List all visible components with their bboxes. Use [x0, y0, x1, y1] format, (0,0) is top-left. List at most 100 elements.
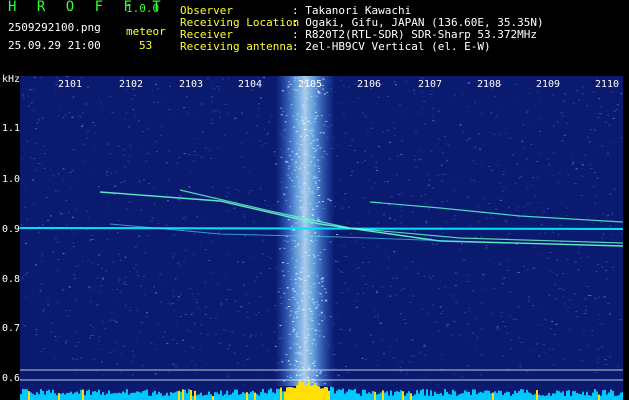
noise-speck [307, 333, 310, 335]
noise-speck [341, 292, 344, 294]
noise-speck [218, 111, 221, 113]
noise-speck [324, 299, 327, 301]
noise-speck [165, 224, 168, 226]
noise-speck [169, 303, 172, 305]
spectrum-bar [146, 389, 148, 400]
noise-speck [323, 124, 326, 126]
noise-speck [290, 279, 293, 280]
noise-speck [85, 103, 88, 105]
noise-speck [292, 89, 295, 91]
noise-speck [376, 364, 379, 366]
spectrum-bar [504, 392, 506, 400]
noise-speck [522, 265, 525, 267]
noise-speck [434, 321, 437, 323]
noise-speck [298, 180, 301, 182]
spectrum-bar [38, 394, 40, 400]
noise-speck [305, 98, 308, 99]
noise-speck [116, 298, 119, 300]
noise-speck [297, 90, 300, 92]
y-tick-label: 0.6 [2, 373, 21, 384]
noise-speck [424, 194, 427, 196]
noise-speck [193, 233, 196, 235]
spectrum-bar [82, 389, 84, 400]
spectrum-bar [538, 394, 540, 400]
noise-speck [375, 167, 377, 169]
noise-speck [609, 225, 612, 227]
noise-speck [167, 200, 169, 202]
noise-speck [612, 118, 615, 119]
noise-speck [621, 233, 623, 234]
noise-speck [180, 294, 183, 296]
noise-speck [485, 245, 488, 247]
noise-speck [90, 235, 93, 236]
noise-speck [24, 207, 27, 209]
noise-speck [283, 247, 286, 249]
noise-speck [279, 324, 282, 326]
spectrum-bar [588, 395, 590, 400]
noise-speck [303, 106, 306, 108]
noise-speck [290, 104, 293, 105]
noise-speck [286, 240, 289, 242]
noise-speck [579, 161, 582, 163]
noise-speck [171, 115, 174, 117]
noise-speck [193, 154, 196, 156]
noise-speck [608, 193, 611, 195]
spectrum-bar [518, 391, 520, 400]
noise-speck [599, 106, 602, 108]
noise-speck [421, 91, 424, 93]
noise-speck [266, 133, 269, 135]
noise-speck [300, 116, 303, 118]
noise-speck [285, 114, 288, 116]
noise-speck [295, 161, 298, 163]
noise-speck [300, 362, 303, 364]
noise-speck [72, 246, 75, 248]
noise-speck [312, 177, 315, 179]
noise-speck [517, 206, 520, 208]
noise-speck [586, 285, 589, 287]
noise-speck [164, 101, 167, 103]
noise-speck [228, 344, 231, 346]
noise-speck [538, 118, 541, 120]
noise-speck [127, 138, 130, 140]
noise-speck [296, 293, 299, 295]
spectrum-bar [614, 395, 616, 400]
noise-speck [247, 172, 250, 174]
noise-speck [427, 174, 430, 176]
noise-speck [127, 160, 130, 162]
spectrum-bar [34, 395, 36, 400]
noise-speck [214, 317, 217, 319]
noise-speck [224, 330, 227, 332]
noise-speck [152, 101, 155, 103]
spectrum-bar [494, 391, 496, 400]
noise-speck [442, 311, 445, 313]
noise-speck [604, 359, 607, 360]
noise-speck [498, 133, 501, 135]
noise-speck [214, 110, 217, 111]
noise-speck [310, 222, 313, 224]
spectrum-bar [406, 393, 408, 400]
spectrum-bar [96, 392, 98, 400]
noise-speck [504, 326, 507, 328]
noise-speck [341, 271, 344, 273]
spectrum-bar [112, 393, 114, 400]
noise-speck [119, 181, 122, 183]
noise-speck [574, 261, 577, 263]
noise-speck [452, 295, 455, 297]
noise-speck [310, 133, 313, 135]
noise-speck [308, 318, 311, 320]
noise-speck [302, 367, 304, 369]
noise-speck [289, 83, 292, 85]
noise-speck [295, 222, 298, 224]
spectrum-bar [198, 394, 200, 400]
spectrum-bar [192, 395, 194, 400]
noise-speck [115, 171, 118, 173]
noise-speck [600, 222, 603, 223]
noise-speck [317, 159, 320, 161]
noise-speck [341, 207, 344, 209]
noise-speck [81, 261, 84, 263]
noise-speck [518, 271, 520, 273]
noise-speck [477, 206, 479, 208]
noise-speck [349, 328, 352, 330]
noise-speck [217, 147, 220, 149]
noise-speck [446, 200, 449, 202]
